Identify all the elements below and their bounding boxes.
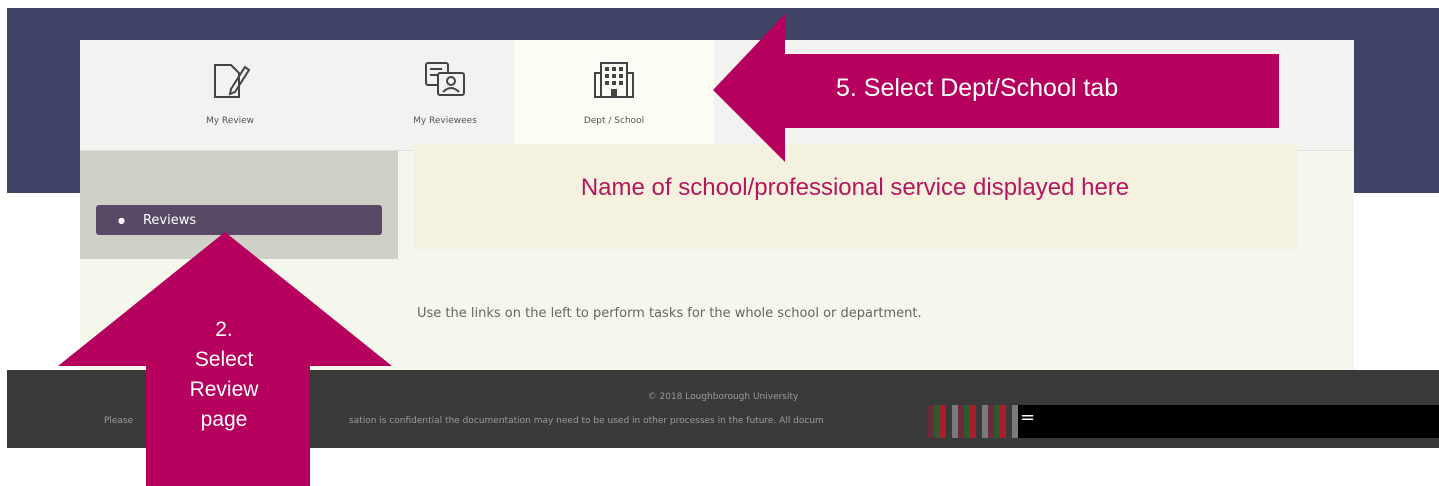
tab-label: My Reviewees bbox=[413, 116, 477, 126]
tab-dept-school[interactable]: Dept / School bbox=[514, 40, 714, 150]
review-callout-line: 2. bbox=[215, 318, 233, 341]
footer-notice-right: sation is confidential the documentation… bbox=[349, 416, 824, 426]
tab-my-review[interactable]: My Review bbox=[130, 40, 330, 150]
review-callout-line: page bbox=[200, 408, 248, 431]
help-text: Use the links on the left to perform tas… bbox=[417, 306, 922, 321]
glitch-noise bbox=[928, 405, 1018, 438]
tab-label: Dept / School bbox=[583, 116, 645, 126]
review-callout-line: Select bbox=[194, 348, 254, 371]
tab-callout-text: 5. Select Dept/School tab bbox=[836, 74, 1119, 102]
glitch-char: = bbox=[1020, 407, 1036, 428]
school-name-text: Name of school/professional service disp… bbox=[580, 174, 1130, 201]
sidebar-item-reviews[interactable]: ● Reviews bbox=[96, 205, 382, 235]
glitch-overlay: = bbox=[928, 405, 1439, 438]
bullet-icon: ● bbox=[118, 215, 125, 225]
tab-label: My Review bbox=[205, 116, 255, 126]
review-callout-text: 2. Select Review page bbox=[144, 315, 304, 435]
review-callout-line: Review bbox=[189, 378, 259, 401]
building-icon bbox=[589, 58, 639, 102]
sidebar-item-label: Reviews bbox=[142, 212, 197, 228]
edit-document-icon bbox=[205, 58, 255, 102]
reviewee-chat-icon bbox=[420, 58, 470, 102]
